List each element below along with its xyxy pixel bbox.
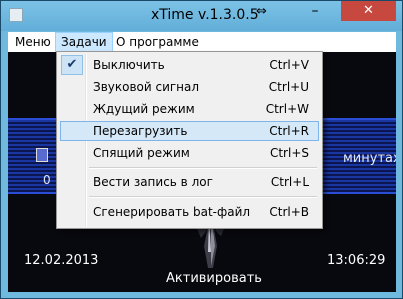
activate-button[interactable]: Активировать [166, 271, 262, 286]
menu-item-label: Вести запись в лог [93, 175, 213, 189]
menu-separator [89, 167, 317, 169]
menu-item-label: Перезагрузить [93, 124, 188, 138]
app-window: xTime v.1.3.0.5 ⇔ – ✕ Меню Задачи О прог… [0, 0, 403, 299]
partial-left-text: 0 [43, 173, 51, 187]
tasks-dropdown-menu: ✔ Выключить Ctrl+V Звуковой сигнал Ctrl+… [56, 51, 323, 229]
menu-item-restart[interactable]: Перезагрузить Ctrl+R [60, 121, 319, 141]
title-bar[interactable]: xTime v.1.3.0.5 ⇔ – ✕ [1, 1, 402, 31]
menu-item-standby[interactable]: Ждущий режим Ctrl+W [60, 99, 319, 119]
menu-item-shortcut: Ctrl+B [269, 205, 309, 219]
menu-item-sleep[interactable]: Спящий режим Ctrl+S [60, 143, 319, 163]
menu-item-shortcut: Ctrl+S [269, 146, 309, 160]
menu-item-shortcut: Ctrl+L [270, 175, 309, 189]
menu-item-shortcut: Ctrl+U [268, 80, 309, 94]
date-display: 12.02.2013 [24, 253, 99, 268]
time-display: 13:06:29 [327, 253, 386, 268]
window-title: xTime v.1.3.0.5 [151, 7, 259, 23]
menu-item-label: Сгенерировать bat-файл [93, 205, 251, 219]
menu-item-label: Звуковой сигнал [93, 80, 200, 94]
resize-arrows-icon: ⇔ [256, 4, 267, 19]
menu-item-shortcut: Ctrl+V [269, 58, 309, 72]
menu-item-shortcut: Ctrl+W [265, 102, 309, 116]
menu-item-generate-bat[interactable]: Сгенерировать bat-файл Ctrl+B [60, 202, 319, 222]
menu-menu[interactable]: Меню [10, 32, 56, 52]
partial-minutes-label: минутах [343, 151, 396, 166]
menu-tasks[interactable]: Задачи [55, 32, 113, 52]
menu-about[interactable]: О программе [111, 32, 204, 52]
menu-item-shutdown[interactable]: ✔ Выключить Ctrl+V [60, 55, 319, 75]
minutes-checkbox[interactable] [36, 148, 48, 162]
close-button[interactable]: ✕ [341, 1, 396, 21]
menu-item-label: Выключить [93, 58, 165, 72]
menu-item-label: Ждущий режим [93, 102, 195, 116]
menu-item-log[interactable]: Вести запись в лог Ctrl+L [60, 172, 319, 192]
menu-item-sound-signal[interactable]: Звуковой сигнал Ctrl+U [60, 77, 319, 97]
menu-item-label: Спящий режим [93, 146, 190, 160]
menu-bar: Меню Задачи О программе [8, 32, 396, 52]
app-icon[interactable] [9, 8, 23, 22]
minimize-button[interactable]: – [301, 1, 329, 21]
menu-item-shortcut: Ctrl+R [269, 124, 309, 138]
check-icon: ✔ [61, 55, 83, 75]
menu-separator [89, 196, 317, 198]
